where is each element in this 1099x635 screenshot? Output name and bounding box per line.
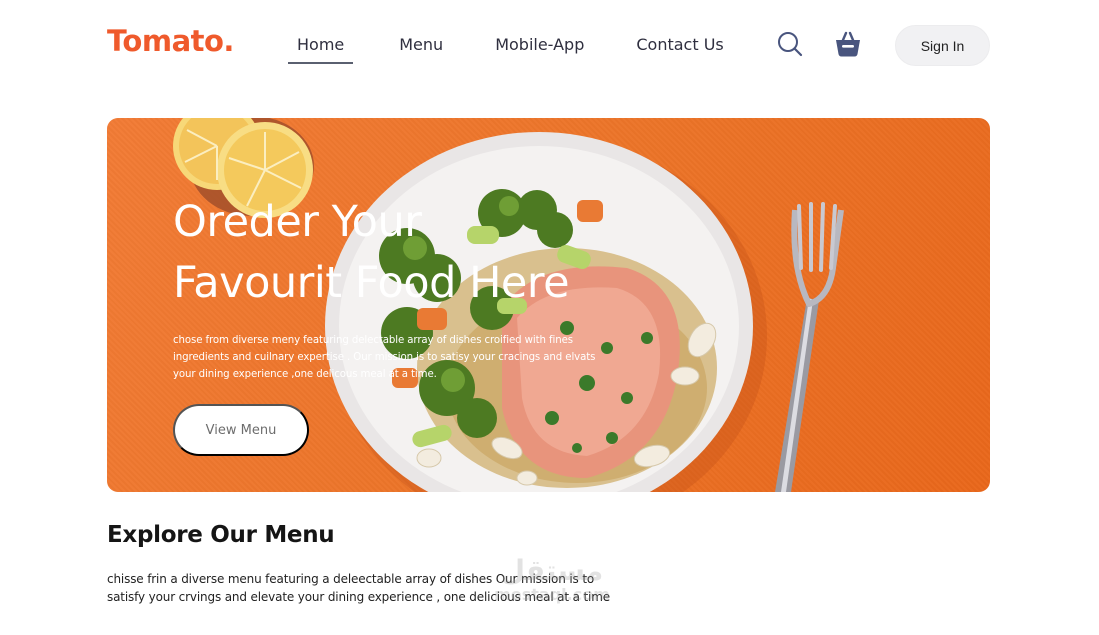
view-menu-button[interactable]: View Menu bbox=[173, 404, 309, 456]
nav-home[interactable]: Home bbox=[288, 30, 354, 64]
watermark-arabic: مستقل bbox=[500, 554, 604, 587]
nav-menu[interactable]: Menu bbox=[399, 30, 443, 64]
hero-title: Oreder Your Favourit Food Here bbox=[173, 192, 570, 314]
nav-contact-us[interactable]: Contact Us bbox=[636, 30, 723, 64]
watermark-latin: mostaql.com bbox=[494, 585, 610, 604]
watermark: مستقل mostaql.com bbox=[482, 556, 622, 604]
basket-icon bbox=[836, 31, 860, 57]
logo[interactable]: Tomato. bbox=[107, 24, 234, 58]
search-icon bbox=[778, 32, 803, 57]
basket-button[interactable] bbox=[834, 30, 862, 58]
hero-description: chose from diverse meny featuring delect… bbox=[173, 335, 596, 380]
fork bbox=[775, 202, 844, 492]
nav-mobile-app[interactable]: Mobile-App bbox=[495, 30, 584, 64]
hero-title-line2: Favourit Food Here bbox=[173, 258, 570, 308]
explore-menu-title: Explore Our Menu bbox=[107, 522, 335, 548]
hero-banner: Oreder Your Favourit Food Here chose fro… bbox=[107, 118, 990, 492]
nav-links: Home Menu Mobile-App Contact Us bbox=[288, 30, 724, 64]
search-button[interactable] bbox=[776, 30, 804, 58]
hero-title-line1: Oreder Your bbox=[173, 197, 422, 247]
sign-in-button[interactable]: Sign In bbox=[895, 25, 990, 66]
navbar: Tomato. Home Menu Mobile-App Contact Us … bbox=[0, 0, 1099, 90]
